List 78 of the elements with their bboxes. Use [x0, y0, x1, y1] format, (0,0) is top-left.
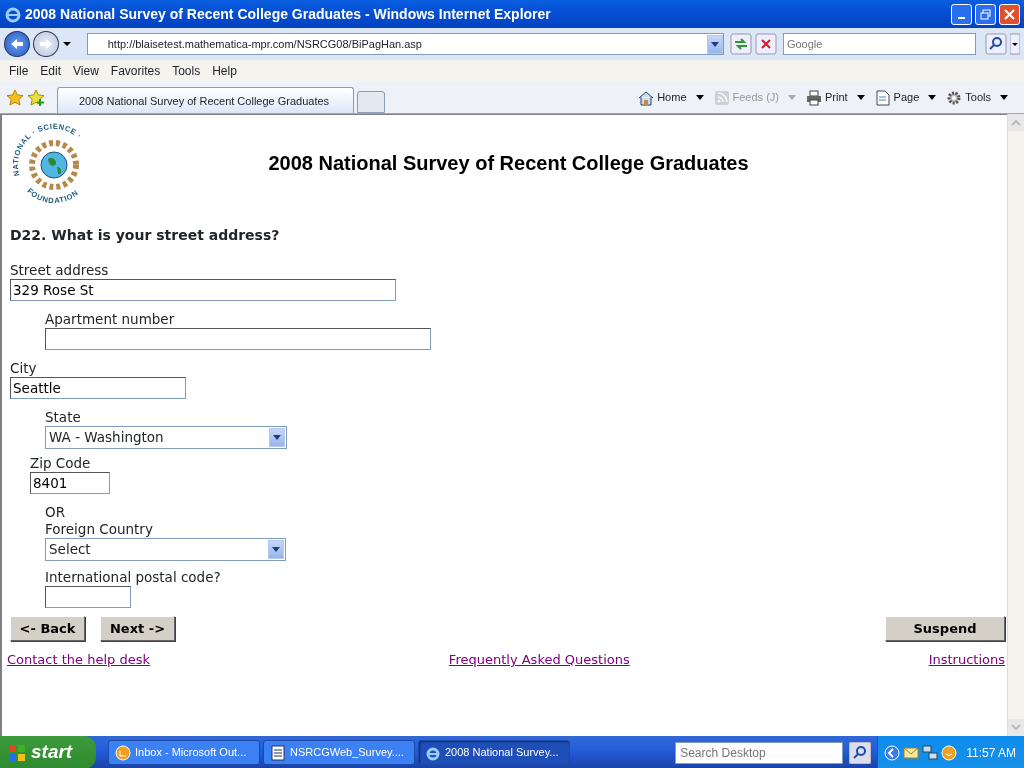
start-button[interactable]: start: [0, 736, 96, 768]
text-field[interactable]: Seattle: [10, 377, 186, 399]
menu-item[interactable]: Help: [208, 62, 245, 80]
menu-item[interactable]: Edit: [36, 62, 70, 80]
url-text: http://blaisetest.mathematica-mpr.com/NSRCG08/BiPagHan.asp: [107, 36, 422, 52]
taskbar-button[interactable]: NSRCGWeb_Survey....: [263, 740, 415, 765]
text-field[interactable]: [45, 586, 131, 608]
next-button[interactable]: Next ->: [100, 616, 175, 641]
envelope-icon[interactable]: [903, 746, 920, 759]
text-field[interactable]: 329 Rose St: [10, 279, 396, 301]
field-label: State: [45, 409, 82, 426]
windows-flag-icon: [8, 743, 26, 762]
dropdown-field[interactable]: WA - Washington: [45, 426, 287, 449]
refresh-icon[interactable]: [730, 33, 752, 55]
command-button[interactable]: Tools: [965, 89, 991, 106]
command-button[interactable]: Home: [657, 89, 687, 106]
url-dropdown-icon[interactable]: [707, 34, 724, 54]
browser-tab[interactable]: 2008 National Survey of Recent College Graduates: [57, 87, 354, 113]
suspend-button[interactable]: Suspend: [885, 616, 1005, 641]
command-button[interactable]: Page: [893, 89, 920, 106]
restore-icon: [980, 8, 991, 20]
text-field[interactable]: [45, 328, 431, 350]
or-label: OR: [45, 504, 66, 521]
window-title: 2008 National Survey of Recent College Graduates - Windows Internet Explorer: [25, 4, 551, 24]
page-heading: 2008 National Survey of Recent College Graduates: [268, 152, 749, 174]
browser-logo-icon: [4, 5, 22, 23]
command-button[interactable]: Print: [825, 89, 848, 106]
history-dropdown-icon[interactable]: [61, 41, 72, 47]
field-label: Street address: [10, 262, 110, 279]
network-icon[interactable]: [922, 744, 939, 761]
page-icon[interactable]: [874, 89, 891, 106]
caret-icon[interactable]: [928, 95, 937, 100]
caret-icon[interactable]: [1000, 95, 1008, 100]
printer-icon[interactable]: [806, 89, 822, 106]
close-icon: [1004, 8, 1015, 20]
question-text: D22. What is your street address?: [10, 227, 280, 243]
forward-arrow-icon: [38, 38, 53, 50]
link[interactable]: Instructions: [928, 650, 1005, 670]
gear-icon[interactable]: [946, 89, 963, 106]
back-button[interactable]: <- Back: [10, 616, 85, 641]
link[interactable]: Frequently Asked Questions: [448, 650, 630, 670]
mail-app-icon: [115, 744, 131, 761]
search-icon[interactable]: [849, 741, 872, 764]
link[interactable]: Contact the help desk: [7, 650, 150, 670]
caret-icon[interactable]: [695, 95, 704, 100]
minimize-icon: [958, 17, 965, 20]
menu-item[interactable]: Tools: [168, 62, 209, 80]
menu-item[interactable]: Favorites: [106, 62, 169, 80]
field-label: International postal code?: [45, 569, 222, 586]
text-field[interactable]: 8401: [30, 472, 110, 494]
field-label: Zip Code: [30, 455, 92, 472]
close-button[interactable]: [999, 3, 1020, 25]
desktop-search-field[interactable]: Search Desktop: [675, 741, 844, 764]
home-icon[interactable]: [638, 89, 655, 106]
caret-icon[interactable]: [856, 95, 865, 100]
menu-item[interactable]: File: [5, 62, 37, 80]
search-options-icon[interactable]: [1010, 33, 1020, 55]
field-label: Apartment number: [45, 311, 176, 328]
back-nav-button[interactable]: [4, 31, 30, 57]
search-icon[interactable]: [985, 33, 1007, 55]
field-label: Foreign Country: [45, 521, 154, 538]
stop-icon[interactable]: [755, 33, 777, 55]
clock-time: 11:57 AM: [966, 744, 1016, 762]
smiley-icon[interactable]: [941, 744, 958, 761]
add-favorite-icon[interactable]: [27, 89, 45, 107]
restore-button[interactable]: [975, 3, 996, 25]
back-arrow-icon: [9, 38, 24, 50]
minimize-button[interactable]: [951, 3, 972, 25]
dropdown-field[interactable]: Select: [45, 538, 286, 561]
search-field[interactable]: Google: [782, 33, 977, 55]
field-label: City: [10, 360, 38, 377]
forward-nav-button[interactable]: [32, 31, 59, 57]
menu-item[interactable]: View: [69, 62, 107, 80]
taskbar-button[interactable]: 2008 National Survey...: [418, 740, 570, 765]
document-icon: [270, 744, 286, 761]
expand-tray-icon[interactable]: [884, 744, 901, 761]
taskbar-button[interactable]: Inbox - Microsoft Out...: [108, 740, 260, 765]
favorites-star-icon[interactable]: [6, 89, 24, 107]
